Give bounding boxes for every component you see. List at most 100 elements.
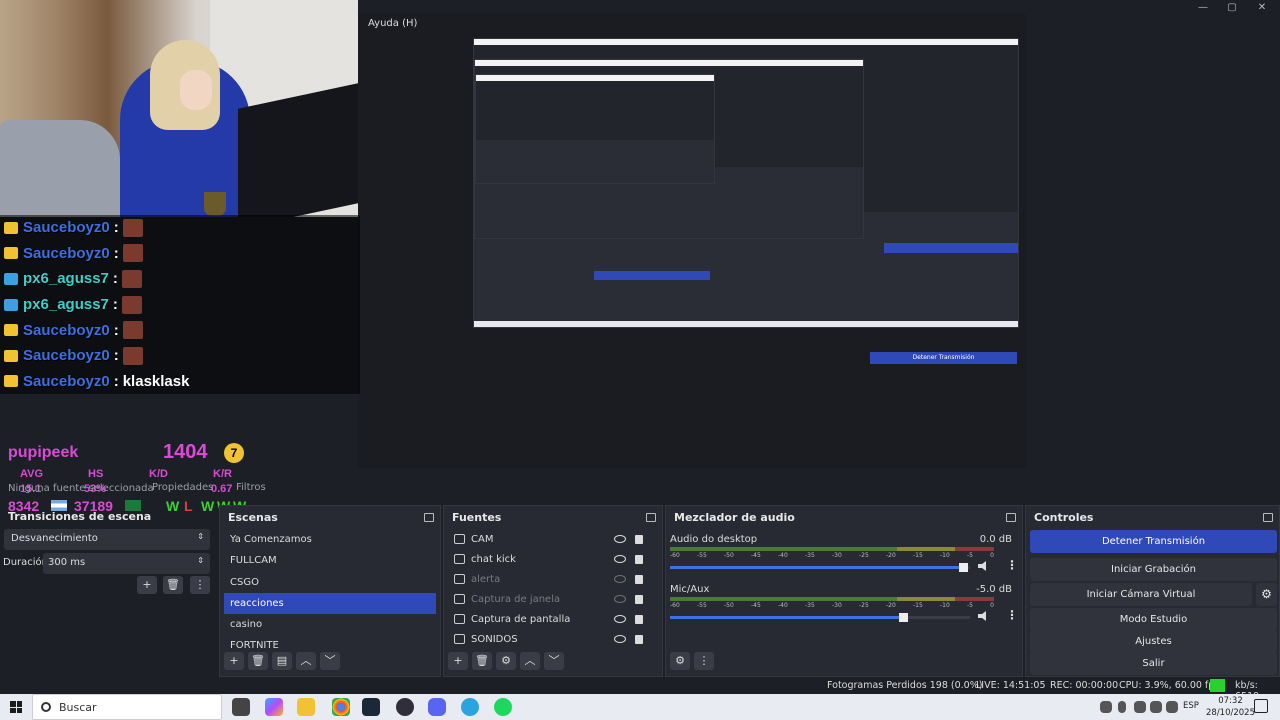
- volume-slider[interactable]: [670, 613, 970, 622]
- source-properties-button[interactable]: ⚙: [496, 652, 516, 670]
- add-transition-button[interactable]: +: [137, 576, 157, 594]
- scene-up-button[interactable]: ︿: [296, 652, 316, 670]
- steam-icon[interactable]: [362, 698, 380, 716]
- control-button[interactable]: Modo Estudio: [1030, 608, 1277, 631]
- prime-badge-icon: [4, 298, 18, 311]
- spinner-icon: ⇕: [197, 532, 204, 541]
- nested-preview-1: [473, 38, 1019, 328]
- obs-icon[interactable]: [396, 698, 414, 716]
- volume-icon[interactable]: [1166, 701, 1178, 713]
- visibility-eye-icon[interactable]: [614, 555, 626, 563]
- scene-item[interactable]: reacciones: [224, 592, 436, 615]
- undock-icon[interactable]: [1006, 512, 1016, 522]
- emote-icon: [121, 269, 142, 288]
- minimize-icon[interactable]: —: [1193, 1, 1213, 15]
- discord-icon[interactable]: [428, 698, 446, 716]
- remove-transition-button[interactable]: 🗑: [163, 576, 183, 594]
- meter-tick: -10: [940, 602, 950, 609]
- source-item[interactable]: alerta: [444, 569, 662, 589]
- copilot-icon[interactable]: [265, 698, 283, 716]
- visibility-eye-icon[interactable]: [614, 595, 626, 603]
- visibility-eye-icon[interactable]: [614, 615, 626, 623]
- scene-item[interactable]: FULLCAM: [224, 550, 436, 571]
- network-icon[interactable]: [1150, 701, 1162, 713]
- mixer-menu-button[interactable]: ⋮: [694, 652, 714, 670]
- control-button[interactable]: Salir: [1030, 652, 1277, 675]
- keyboard-language[interactable]: ESP: [1183, 701, 1199, 711]
- scene-filters-button[interactable]: ▤: [272, 652, 292, 670]
- properties-button[interactable]: Propiedades: [152, 482, 213, 493]
- channel-menu-icon[interactable]: ⋮: [1006, 608, 1018, 622]
- lock-icon[interactable]: [635, 594, 643, 604]
- meter-tick: -5: [967, 552, 973, 559]
- maximize-icon[interactable]: ▢: [1222, 1, 1242, 15]
- tray-app-icon[interactable]: [1100, 701, 1112, 713]
- lock-icon[interactable]: [635, 634, 643, 644]
- spotify-icon[interactable]: [494, 698, 512, 716]
- tray-chevron-icon[interactable]: ︿: [1084, 698, 1094, 716]
- file-explorer-icon[interactable]: [297, 698, 315, 716]
- duration-input[interactable]: 300 ms ⇕: [43, 553, 210, 574]
- source-item[interactable]: Captura de janela: [444, 589, 662, 609]
- notification-count: 23: [1256, 701, 1266, 709]
- volume-slider[interactable]: [670, 563, 970, 572]
- source-item[interactable]: SONIDOS: [444, 629, 662, 649]
- controls-dock: Controles Detener Transmisión Iniciar Gra…: [1025, 505, 1280, 677]
- source-item[interactable]: chat kick: [444, 549, 662, 569]
- filters-button[interactable]: Filtros: [236, 482, 266, 493]
- slider-handle[interactable]: [899, 613, 908, 622]
- control-button[interactable]: Ajustes: [1030, 630, 1277, 653]
- control-button[interactable]: Detener Transmisión: [1030, 530, 1277, 553]
- program-preview[interactable]: Ayuda (H) Detener Transmisión: [358, 14, 1026, 468]
- add-source-button[interactable]: +: [448, 652, 468, 670]
- slider-handle[interactable]: [959, 563, 968, 572]
- channel-menu-icon[interactable]: ⋮: [1006, 558, 1018, 572]
- remove-source-button[interactable]: 🗑: [472, 652, 492, 670]
- lock-icon[interactable]: [635, 554, 643, 564]
- visibility-eye-icon[interactable]: [614, 535, 626, 543]
- transition-select[interactable]: Desvanecimiento ⇕: [4, 529, 210, 550]
- speaker-icon[interactable]: [978, 561, 986, 571]
- meter-tick: -15: [913, 552, 923, 559]
- control-button[interactable]: Iniciar Cámara Virtual: [1030, 583, 1252, 606]
- source-item[interactable]: Captura de pantalla: [444, 609, 662, 629]
- transition-menu-button[interactable]: ⋮: [190, 576, 210, 594]
- lock-icon[interactable]: [635, 614, 643, 624]
- crown-badge-icon: [4, 247, 18, 260]
- microphone-icon[interactable]: [1118, 701, 1126, 713]
- taskbar-search[interactable]: Buscar: [32, 694, 222, 720]
- control-button[interactable]: Iniciar Grabación: [1030, 558, 1277, 581]
- search-placeholder: Buscar: [59, 701, 97, 714]
- visibility-eye-icon[interactable]: [614, 635, 626, 643]
- lock-icon[interactable]: [635, 534, 643, 544]
- add-scene-button[interactable]: +: [224, 652, 244, 670]
- mixer-settings-button[interactable]: ⚙: [670, 652, 690, 670]
- start-icon[interactable]: [10, 701, 22, 713]
- undock-icon[interactable]: [424, 512, 434, 522]
- scene-item[interactable]: Ya Comenzamos: [224, 529, 436, 550]
- source-label: SONIDOS: [471, 633, 518, 645]
- virtual-camera-settings-icon[interactable]: ⚙: [1256, 583, 1277, 606]
- undock-icon[interactable]: [646, 512, 656, 522]
- close-icon[interactable]: ✕: [1252, 1, 1272, 15]
- notification-icon[interactable]: 23: [1254, 699, 1268, 713]
- scene-item[interactable]: casino: [224, 614, 436, 635]
- telegram-icon[interactable]: [461, 698, 479, 716]
- scene-down-button[interactable]: ﹀: [320, 652, 340, 670]
- bluetooth-icon[interactable]: [1134, 701, 1146, 713]
- visibility-eye-icon[interactable]: [614, 575, 626, 583]
- stats-player-name: pupipeek: [8, 444, 79, 461]
- source-item[interactable]: CAM: [444, 529, 662, 549]
- source-down-button[interactable]: ﹀: [544, 652, 564, 670]
- scene-item[interactable]: CSGO: [224, 572, 436, 593]
- meter-tick: -10: [940, 552, 950, 559]
- source-up-button[interactable]: ︿: [520, 652, 540, 670]
- undock-icon[interactable]: [1263, 512, 1273, 522]
- clock[interactable]: 07:32 28/10/2025: [1206, 695, 1255, 719]
- lock-icon[interactable]: [635, 574, 643, 584]
- chrome-icon[interactable]: [332, 698, 350, 716]
- speaker-icon[interactable]: [978, 611, 986, 621]
- remove-scene-button[interactable]: 🗑: [248, 652, 268, 670]
- task-view-icon[interactable]: [232, 698, 250, 716]
- stats-header-hs: HS: [88, 468, 104, 480]
